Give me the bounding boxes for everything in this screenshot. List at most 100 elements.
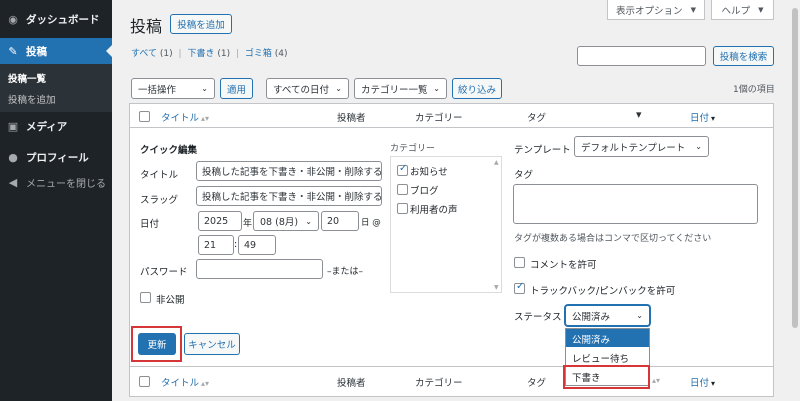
column-tags: タグ [527,113,547,124]
column-title[interactable]: タイトル ▴▾ [161,110,209,124]
menu-posts-label: 投稿 [26,45,47,58]
day-input[interactable]: 20 [321,211,359,231]
date-filter-value: すべての日付 [273,84,329,96]
month-value: 08 (8月) [260,217,299,228]
column-date[interactable]: 日付 ▾ [690,110,715,124]
slug-label: スラッグ [140,195,179,206]
chevron-down-icon: ⌄ [201,84,208,93]
tags-label: タグ [514,170,534,181]
category-label-voices: 利用者の声 [410,205,458,216]
column-author-bottom: 投稿者 [337,378,366,389]
status-option-pending[interactable]: レビュー待ち [566,348,649,366]
private-checkbox[interactable] [140,292,151,303]
cancel-button[interactable]: キャンセル [184,333,240,355]
filter-draft-count: (1) [217,49,231,59]
filter-all-count: (1) [159,49,173,59]
password-input[interactable] [196,259,323,279]
apply-button[interactable]: 適用 [220,78,253,99]
submenu-posts-list[interactable]: 投稿一覧 [8,71,46,85]
page-title: 投稿 [130,17,163,36]
title-label: タイトル [140,170,179,181]
collapse-menu-button[interactable]: ◀ メニューを閉じる [0,169,112,195]
select-all-checkbox[interactable] [139,111,150,122]
slug-input[interactable]: 投稿した記事を下書き・非公開・削除する [196,186,382,206]
template-select[interactable]: デフォルトテンプレート ⌄ [574,136,709,157]
template-value: デフォルトテンプレート [581,142,686,154]
search-posts-button[interactable]: 投稿を検索 [713,46,774,66]
column-categories-bottom: カテゴリー [415,378,463,389]
status-select[interactable]: 公開済み ⌄ [565,305,650,326]
filter-draft[interactable]: 下書き [187,49,214,59]
category-filter-value: カテゴリー一覧 [361,84,428,96]
help-button[interactable]: ヘルプ ▼ [711,0,774,20]
date-filter-select[interactable]: すべての日付 ⌄ [266,78,349,99]
month-select[interactable]: 08 (8月) ⌄ [253,211,319,231]
category-checkbox-blog[interactable] [397,184,408,195]
category-label-news: お知らせ [410,167,448,178]
caret-down-icon: ▼ [758,5,764,14]
media-icon: ▣ [7,119,19,133]
page-scrollbar[interactable] [790,0,800,401]
sort-icon: ▴▾ [201,114,210,123]
menu-posts[interactable]: ✎ 投稿 [0,38,112,64]
chevron-down-icon: ⌄ [695,142,702,151]
hour-input[interactable]: 21 [198,235,234,255]
menu-profile-label: プロフィール [26,151,89,164]
admin-sidebar: ◉ ダッシュボード ✎ 投稿 投稿一覧 投稿を追加 ▣ メディア ● プロフィー… [0,0,112,401]
tags-hint: タグが複数ある場合はコンマで区切ってください [514,234,712,244]
column-author: 投稿者 [337,113,366,124]
filter-all[interactable]: すべて [131,49,157,59]
category-checkbox-news[interactable] [397,163,408,176]
menu-dashboard[interactable]: ◉ ダッシュボード [0,6,112,32]
table-header-row: タイトル ▴▾ 投稿者 カテゴリー タグ ▾ 日付 ▾ [130,104,773,128]
status-option-published[interactable]: 公開済み [566,329,649,347]
menu-dashboard-label: ダッシュボード [26,13,100,26]
tags-textarea[interactable] [513,184,758,224]
allow-comments-checkbox[interactable] [514,257,525,268]
scrollbar-thumb[interactable] [792,8,798,328]
year-input[interactable]: 2025 [198,211,242,231]
highlight-update-button [131,326,182,362]
category-checklist[interactable]: お知らせ ブログ 利用者の声 ▲ ▼ [390,156,502,293]
menu-media[interactable]: ▣ メディア [0,113,112,139]
highlight-draft-option [563,365,650,389]
filter-button[interactable]: 絞り込み [452,78,502,99]
chevron-down-icon: ⌄ [433,84,440,93]
sort-desc-icon: ▾ [711,114,716,123]
template-label: テンプレート [514,145,571,156]
category-checkbox-voices[interactable] [397,203,408,214]
user-icon: ● [8,150,18,164]
add-new-post-button[interactable]: 投稿を追加 [170,14,232,34]
submenu-add-post[interactable]: 投稿を追加 [8,92,56,106]
chevron-down-icon: ⌄ [305,216,312,226]
title-input[interactable]: 投稿した記事を下書き・非公開・削除する [196,161,382,181]
category-label-blog: ブログ [410,186,439,197]
table-footer-row: タイトル ▴▾ 投稿者 カテゴリー タグ ▴▾ 日付 ▾ [130,366,773,396]
scroll-up-icon[interactable]: ▲ [494,159,499,166]
or-private-text: –または– [327,267,364,277]
column-tags-bottom: タグ [527,378,547,389]
quick-edit-heading: クイック編集 [140,145,198,156]
post-search-input[interactable] [577,46,706,66]
category-filter-select[interactable]: カテゴリー一覧 ⌄ [354,78,447,99]
private-label: 非公開 [156,295,185,306]
comment-bubble-icon[interactable]: ▾ [636,108,642,121]
filter-trash[interactable]: ゴミ箱 [245,49,272,59]
minute-input[interactable]: 49 [238,235,276,255]
select-all-checkbox-bottom[interactable] [139,376,150,387]
allow-pings-checkbox[interactable] [514,281,525,294]
items-count: 1個の項目 [733,85,775,95]
scroll-down-icon[interactable]: ▼ [494,284,499,291]
status-filter-links: すべて (1) | 下書き (1) | ゴミ箱 (4) [131,46,288,59]
menu-profile[interactable]: ● プロフィール [0,144,112,170]
menu-media-label: メディア [26,120,68,133]
posts-submenu: 投稿一覧 投稿を追加 [0,64,112,112]
bulk-action-select[interactable]: 一括操作 ⌄ [131,78,215,99]
screen-options-button[interactable]: 表示オプション ▼ [607,0,705,20]
date-label: 日付 [140,219,160,230]
help-label: ヘルプ [721,5,751,17]
column-title-bottom[interactable]: タイトル ▴▾ [161,375,209,389]
column-date-bottom[interactable]: 日付 ▾ [690,375,715,389]
filter-trash-count: (4) [274,49,288,59]
sort-icon: ▴▾ [201,379,210,388]
